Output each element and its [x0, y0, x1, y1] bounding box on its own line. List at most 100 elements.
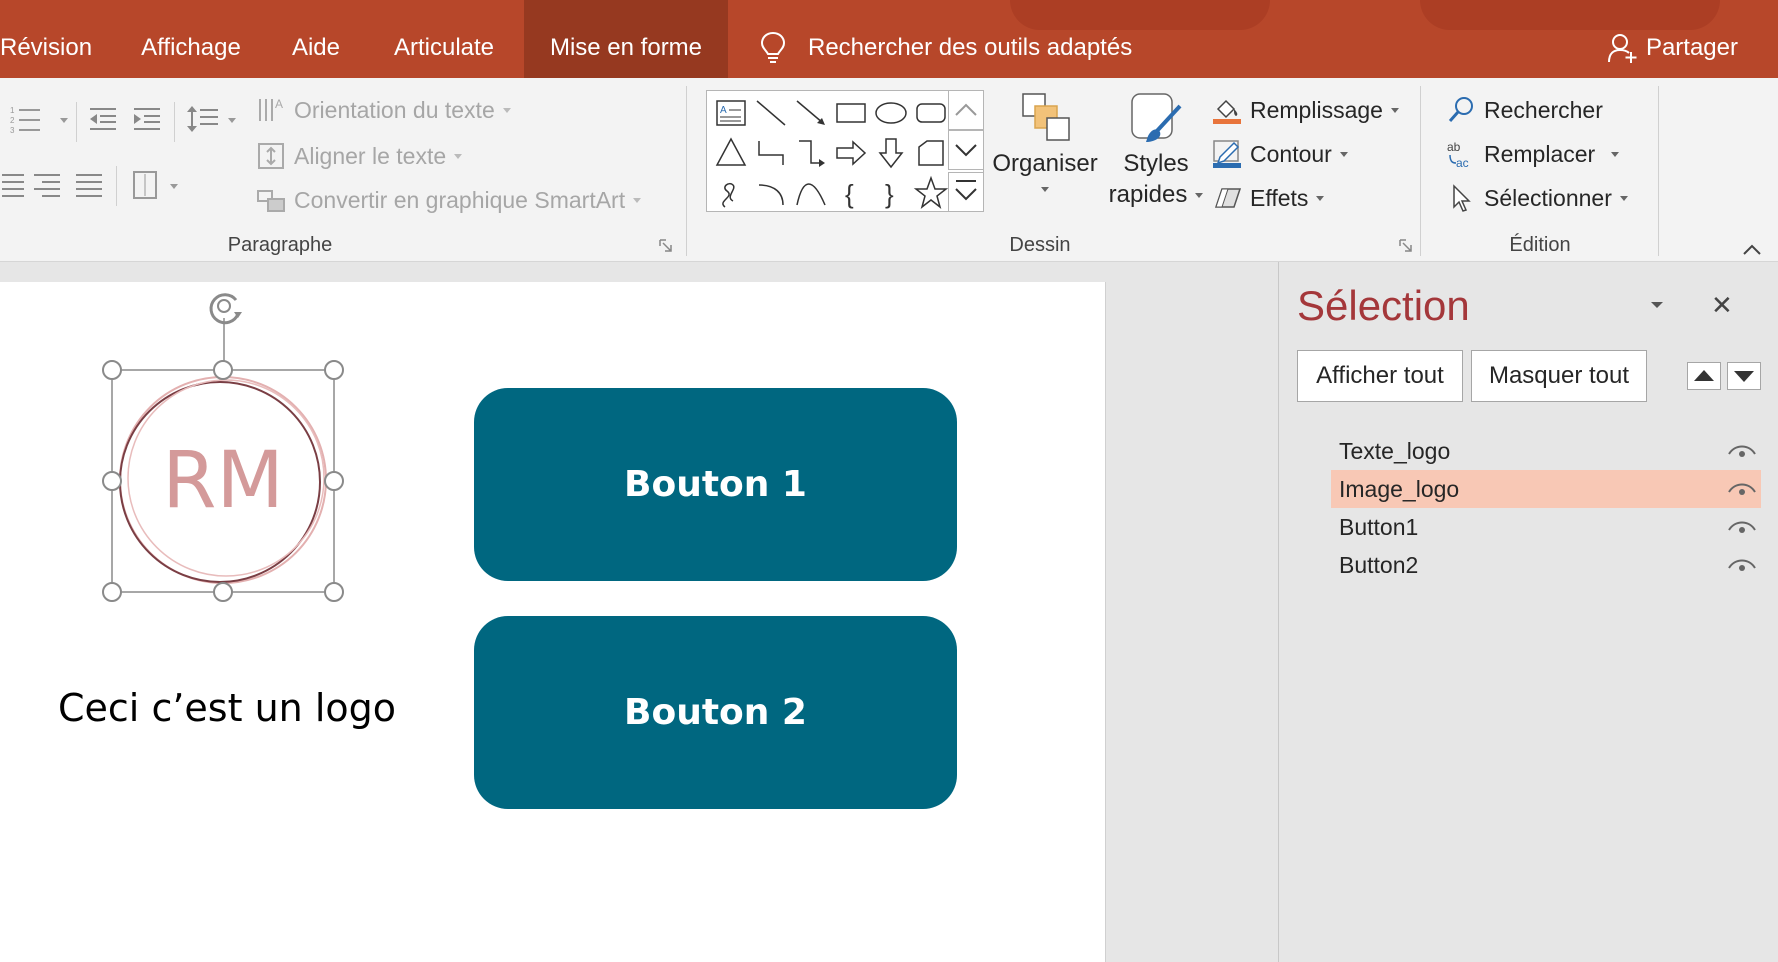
- gallery-expand[interactable]: [948, 172, 984, 212]
- button1-shape[interactable]: Bouton 1: [474, 388, 957, 581]
- eye-visibility-icon[interactable]: [1727, 518, 1757, 536]
- select-label: Sélectionner: [1484, 184, 1612, 211]
- send-backward-button[interactable]: [1727, 362, 1761, 390]
- find-button[interactable]: Rechercher: [1446, 92, 1603, 128]
- arrange-button[interactable]: Organiser: [990, 88, 1100, 203]
- arrange-label: Organiser: [992, 150, 1098, 177]
- logo-caption-text[interactable]: Ceci c’est un logo: [58, 686, 396, 730]
- columns-icon[interactable]: [132, 170, 182, 200]
- align-text-button[interactable]: Aligner le texte: [256, 138, 463, 174]
- resize-handle[interactable]: [102, 471, 122, 491]
- scribble-shape-icon[interactable]: [711, 173, 751, 213]
- layer-item-button1[interactable]: Button1: [1331, 508, 1761, 546]
- arrow-line-shape-icon[interactable]: [791, 93, 831, 133]
- tab-revision[interactable]: Révision: [0, 0, 98, 78]
- collapse-ribbon-icon[interactable]: [1742, 242, 1762, 256]
- resize-handle[interactable]: [213, 360, 233, 380]
- resize-handle[interactable]: [324, 360, 344, 380]
- decrease-indent-icon[interactable]: [88, 106, 118, 132]
- curve-shape-icon[interactable]: [791, 173, 831, 213]
- drawing-dialog-launcher-icon[interactable]: [1398, 238, 1414, 254]
- pen-outline-icon: [1213, 140, 1241, 168]
- elbow-arrow-connector-shape-icon[interactable]: [791, 133, 831, 173]
- resize-handle[interactable]: [213, 582, 233, 602]
- smartart-button[interactable]: Convertir en graphique SmartArt: [256, 182, 642, 218]
- numbered-list-icon[interactable]: 123: [10, 104, 68, 134]
- hide-all-button[interactable]: Masquer tout: [1471, 350, 1647, 402]
- shape-fill-button[interactable]: Remplissage: [1212, 92, 1399, 128]
- replace-button[interactable]: ab ac Remplacer: [1446, 136, 1620, 172]
- button2-shape[interactable]: Bouton 2: [474, 616, 957, 809]
- eye-visibility-icon[interactable]: [1727, 556, 1757, 574]
- svg-text:1: 1: [10, 106, 15, 115]
- left-brace-shape-icon[interactable]: {: [831, 173, 871, 213]
- selection-pane-title: Sélection: [1297, 282, 1470, 329]
- shape-outline-button[interactable]: Contour: [1212, 136, 1348, 172]
- share-button[interactable]: Partager: [1607, 30, 1738, 66]
- smartart-label: Convertir en graphique SmartArt: [294, 186, 626, 213]
- button1-label: Bouton 1: [624, 464, 807, 505]
- resize-handle[interactable]: [324, 471, 344, 491]
- logo-image[interactable]: RM: [96, 282, 352, 612]
- align-right-text-icon[interactable]: [32, 172, 62, 198]
- ribbon-tab-bar: Révision Affichage Aide Articulate Mise …: [0, 0, 1778, 78]
- title-bar-decoration: [1010, 0, 1270, 30]
- justify-icon[interactable]: [74, 172, 104, 198]
- gallery-scroll-up[interactable]: [948, 90, 984, 130]
- svg-text:}: }: [885, 179, 894, 209]
- right-brace-shape-icon[interactable]: }: [871, 173, 911, 213]
- resize-handle[interactable]: [324, 582, 344, 602]
- freeform-shape-icon[interactable]: [911, 133, 951, 173]
- oval-shape-icon[interactable]: [871, 93, 911, 133]
- right-arrow-shape-icon[interactable]: [831, 133, 871, 173]
- resize-handle[interactable]: [102, 582, 122, 602]
- text-box-shape-icon[interactable]: A: [711, 93, 751, 133]
- arc-shape-icon[interactable]: [751, 173, 791, 213]
- show-all-button[interactable]: Afficher tout: [1297, 350, 1463, 402]
- layer-item-button2[interactable]: Button2: [1331, 546, 1761, 584]
- shapes-gallery[interactable]: A { }: [706, 90, 984, 212]
- resize-handle[interactable]: [102, 360, 122, 380]
- slide-canvas[interactable]: RM Ceci c’est un logo Bouton 1 Bouton 2: [0, 282, 1106, 962]
- down-arrow-shape-icon[interactable]: [871, 133, 911, 173]
- replace-label: Remplacer: [1484, 140, 1596, 167]
- layer-item-image-logo[interactable]: Image_logo: [1331, 470, 1761, 508]
- paragraph-dialog-launcher-icon[interactable]: [658, 238, 674, 254]
- quick-styles-button[interactable]: Styles rapides: [1100, 88, 1212, 210]
- align-text-icon: [258, 143, 284, 169]
- text-direction-icon: A: [259, 97, 283, 121]
- tab-affichage[interactable]: Affichage: [136, 0, 246, 78]
- star-shape-icon[interactable]: [911, 173, 951, 213]
- select-button[interactable]: Sélectionner: [1446, 180, 1628, 216]
- svg-text:A: A: [720, 105, 727, 116]
- add-person-icon: [1607, 34, 1637, 63]
- tab-aide[interactable]: Aide: [286, 0, 346, 78]
- logo-initials: RM: [162, 436, 284, 526]
- triangle-up-icon: [1694, 370, 1714, 381]
- increase-indent-icon[interactable]: [132, 106, 162, 132]
- tell-me-search[interactable]: Rechercher des outils adaptés: [760, 30, 1132, 66]
- rotate-handle-icon[interactable]: [209, 293, 242, 325]
- svg-text:{: {: [845, 179, 854, 209]
- close-icon[interactable]: ✕: [1711, 290, 1733, 321]
- eye-visibility-icon[interactable]: [1727, 442, 1757, 460]
- line-shape-icon[interactable]: [751, 93, 791, 133]
- layer-item-texte-logo[interactable]: Texte_logo: [1331, 432, 1761, 470]
- pane-options-chevron-down-icon[interactable]: [1649, 300, 1665, 310]
- align-right-icon[interactable]: [0, 172, 26, 198]
- line-spacing-icon[interactable]: [186, 104, 238, 134]
- selection-pane: Sélection ✕ Afficher tout Masquer tout T…: [1278, 262, 1778, 962]
- gallery-scroll-down[interactable]: [948, 130, 984, 170]
- bring-forward-button[interactable]: [1687, 362, 1721, 390]
- rectangle-shape-icon[interactable]: [831, 93, 871, 133]
- text-direction-button[interactable]: A Orientation du texte: [256, 92, 511, 128]
- triangle-shape-icon[interactable]: [711, 133, 751, 173]
- chevron-up-icon: [955, 103, 977, 116]
- tab-articulate[interactable]: Articulate: [384, 0, 504, 78]
- button2-label: Bouton 2: [624, 692, 807, 733]
- shape-effects-button[interactable]: Effets: [1212, 180, 1325, 216]
- rounded-rectangle-shape-icon[interactable]: [911, 93, 951, 133]
- elbow-connector-shape-icon[interactable]: [751, 133, 791, 173]
- tab-mise-en-forme[interactable]: Mise en forme: [524, 0, 728, 78]
- eye-visibility-icon[interactable]: [1727, 480, 1757, 498]
